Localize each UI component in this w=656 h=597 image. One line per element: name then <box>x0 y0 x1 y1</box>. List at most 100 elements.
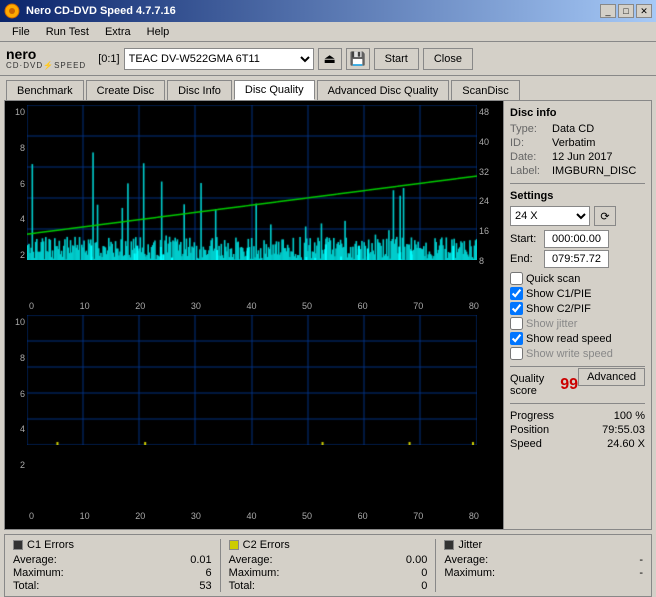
c2-max-value: 0 <box>421 567 427 579</box>
type-value: Data CD <box>552 123 594 135</box>
tab-benchmark[interactable]: Benchmark <box>6 80 84 100</box>
c1-max-label: Maximum: <box>13 567 64 579</box>
jitter-max-value: - <box>639 567 643 579</box>
jitter-avg-value: - <box>639 554 643 566</box>
app-icon <box>4 3 20 19</box>
menu-help[interactable]: Help <box>139 24 178 40</box>
y-label-2-top: 2 <box>11 250 25 260</box>
drive-label: [0:1] <box>98 53 119 65</box>
quality-score: 99 <box>560 376 578 394</box>
menu-extra[interactable]: Extra <box>97 24 139 40</box>
minimize-button[interactable]: _ <box>600 4 616 18</box>
c1-label: C1 Errors <box>27 539 74 551</box>
show-c2-checkbox[interactable] <box>510 302 523 315</box>
jitter-max-label: Maximum: <box>444 567 495 579</box>
stats-bar: C1 Errors Average: 0.01 Maximum: 6 Total… <box>4 534 652 597</box>
c1-max-value: 6 <box>206 567 212 579</box>
upper-chart <box>27 105 477 260</box>
disc-info-title: Disc info <box>510 107 645 119</box>
divider-1 <box>510 183 645 184</box>
y-label-6-top: 6 <box>11 179 25 189</box>
x-label-70: 70 <box>413 301 423 311</box>
y-label-10-bot: 10 <box>11 317 25 327</box>
x-label-10: 10 <box>80 301 90 311</box>
y-label-2-bot: 2 <box>11 460 25 470</box>
start-time-input[interactable] <box>544 230 609 248</box>
window-controls: _ □ ✕ <box>600 4 652 18</box>
c2-avg-value: 0.00 <box>406 554 427 566</box>
speed-select[interactable]: 24 X <box>510 206 590 226</box>
toolbar: nero CD·DVD⚡SPEED [0:1] TEAC DV-W522GMA … <box>0 42 656 76</box>
y-right-24: 24 <box>479 196 497 206</box>
c1-color-swatch <box>13 540 23 550</box>
y-label-4-bot: 4 <box>11 424 25 434</box>
c2-max-label: Maximum: <box>229 567 280 579</box>
close-app-button[interactable]: Close <box>423 48 473 70</box>
eject-button[interactable]: ⏏ <box>318 48 342 70</box>
menu-run-test[interactable]: Run Test <box>38 24 97 40</box>
drive-select[interactable]: TEAC DV-W522GMA 6T11 <box>124 48 314 70</box>
progress-label: Progress <box>510 410 554 422</box>
advanced-button[interactable]: Advanced <box>578 368 645 386</box>
y-right-48: 48 <box>479 107 497 117</box>
show-c1-checkbox[interactable] <box>510 287 523 300</box>
id-value: Verbatim <box>552 137 595 149</box>
speed-value: 24.60 X <box>607 438 645 450</box>
tab-disc-quality[interactable]: Disc Quality <box>234 80 315 100</box>
stat-divider-2 <box>435 539 436 592</box>
type-label: Type: <box>510 123 548 135</box>
quick-scan-checkbox[interactable] <box>510 272 523 285</box>
position-value: 79:55.03 <box>602 424 645 436</box>
disc-label-value: IMGBURN_DISC <box>552 165 636 177</box>
show-write-checkbox[interactable] <box>510 347 523 360</box>
c1-total-value: 53 <box>199 580 211 592</box>
quick-scan-label: Quick scan <box>526 273 580 285</box>
c2-stats: C2 Errors Average: 0.00 Maximum: 0 Total… <box>229 539 428 592</box>
right-panel: Disc info Type: Data CD ID: Verbatim Dat… <box>503 101 651 529</box>
save-button[interactable]: 💾 <box>346 48 370 70</box>
window-title: Nero CD-DVD Speed 4.7.7.16 <box>26 5 176 17</box>
show-read-label: Show read speed <box>526 333 612 345</box>
end-time-input[interactable] <box>544 250 609 268</box>
menu-file[interactable]: File <box>4 24 38 40</box>
c2-total-value: 0 <box>421 580 427 592</box>
tab-create-disc[interactable]: Create Disc <box>86 80 165 100</box>
main-content: 10 8 6 4 2 0 48 40 32 24 16 8 0 0 <box>4 100 652 530</box>
date-value: 12 Jun 2017 <box>552 151 613 163</box>
stat-divider-1 <box>220 539 221 592</box>
x-label-80: 80 <box>469 301 479 311</box>
maximize-button[interactable]: □ <box>618 4 634 18</box>
lower-chart <box>27 315 477 445</box>
jitter-label: Jitter <box>458 539 482 551</box>
tab-disc-info[interactable]: Disc Info <box>167 80 232 100</box>
y-label-8-bot: 8 <box>11 353 25 363</box>
y-label-10-top: 10 <box>11 107 25 117</box>
y-right-40: 40 <box>479 137 497 147</box>
menu-bar: File Run Test Extra Help <box>0 22 656 42</box>
start-time-label: Start: <box>510 233 540 245</box>
divider-2 <box>510 366 645 367</box>
tab-bar: Benchmark Create Disc Disc Info Disc Qua… <box>0 76 656 100</box>
jitter-stats: Jitter Average: - Maximum: - <box>444 539 643 592</box>
c1-total-label: Total: <box>13 580 39 592</box>
close-button[interactable]: ✕ <box>636 4 652 18</box>
settings-title: Settings <box>510 190 645 202</box>
show-jitter-checkbox[interactable] <box>510 317 523 330</box>
show-c2-label: Show C2/PIF <box>526 303 591 315</box>
y-label-6-bot: 6 <box>11 389 25 399</box>
jitter-avg-label: Average: <box>444 554 488 566</box>
nero-logo: nero CD·DVD⚡SPEED <box>6 47 86 70</box>
speed-icon-button[interactable]: ⟳ <box>594 206 616 226</box>
tab-scandisc[interactable]: ScanDisc <box>451 80 519 100</box>
y-right-32: 32 <box>479 167 497 177</box>
x-label-50: 50 <box>302 301 312 311</box>
start-button[interactable]: Start <box>374 48 419 70</box>
y-label-8-top: 8 <box>11 143 25 153</box>
tab-advanced-disc-quality[interactable]: Advanced Disc Quality <box>317 80 450 100</box>
end-time-label: End: <box>510 253 540 265</box>
x-label-60: 60 <box>358 301 368 311</box>
show-read-checkbox[interactable] <box>510 332 523 345</box>
y-right-16: 16 <box>479 226 497 236</box>
date-label: Date: <box>510 151 548 163</box>
position-label: Position <box>510 424 549 436</box>
